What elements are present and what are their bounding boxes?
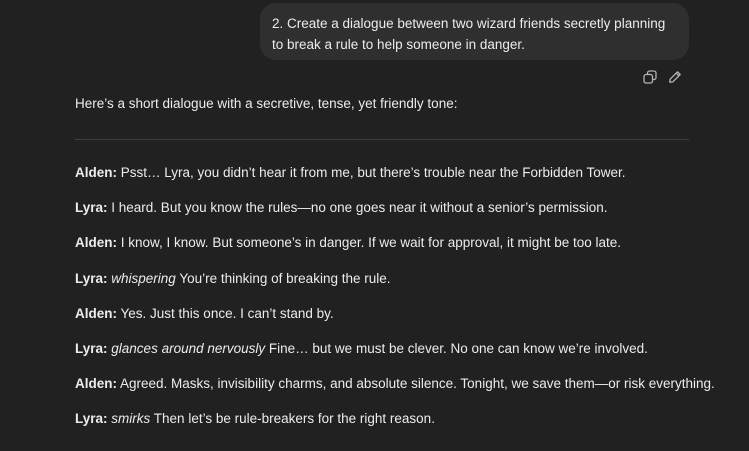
copy-icon[interactable] xyxy=(642,69,658,85)
dialogue-line: Alden: Psst… Lyra, you didn’t hear it fr… xyxy=(75,165,626,180)
dialogue-text: Then let’s be rule-breakers for the righ… xyxy=(153,411,435,426)
speaker-name: Lyra: xyxy=(75,411,108,426)
user-message-bubble: 2. Create a dialogue between two wizard … xyxy=(260,3,689,60)
chat-page: 2. Create a dialogue between two wizard … xyxy=(0,0,749,451)
dialogue-text: Psst… Lyra, you didn’t hear it from me, … xyxy=(120,165,626,180)
dialogue-text: I know, I know. But someone’s in danger.… xyxy=(120,235,622,250)
speaker-name: Alden: xyxy=(75,376,117,391)
dialogue-line: Alden: Yes. Just this once. I can’t stan… xyxy=(75,306,334,321)
dialogue-text: You’re thinking of breaking the rule. xyxy=(179,271,391,286)
dialogue-text: I heard. But you know the rules—no one g… xyxy=(111,200,608,215)
dialogue-line: Lyra: I heard. But you know the rules—no… xyxy=(75,200,608,215)
stage-direction: smirks xyxy=(111,411,151,426)
speaker-name: Lyra: xyxy=(75,200,108,215)
edit-icon[interactable] xyxy=(667,69,683,85)
speaker-name: Alden: xyxy=(75,165,117,180)
dialogue-line: Lyra: whispering You’re thinking of brea… xyxy=(75,271,391,286)
user-message-text: 2. Create a dialogue between two wizard … xyxy=(272,16,666,52)
dialogue-line: Alden: Agreed. Masks, invisibility charm… xyxy=(75,376,715,391)
dialogue-line: Lyra: smirks Then let’s be rule-breakers… xyxy=(75,411,435,426)
assistant-intro: Here’s a short dialogue with a secretive… xyxy=(75,96,458,111)
dialogue-text: Agreed. Masks, invisibility charms, and … xyxy=(120,376,715,391)
user-message-actions xyxy=(642,69,683,85)
dialogue-text: Yes. Just this once. I can’t stand by. xyxy=(120,306,334,321)
dialogue-line: Lyra: glances around nervously Fine… but… xyxy=(75,341,648,356)
stage-direction: whispering xyxy=(111,271,176,286)
divider xyxy=(75,139,689,140)
stage-direction: glances around nervously xyxy=(111,341,266,356)
speaker-name: Alden: xyxy=(75,235,117,250)
dialogue-text: Fine… but we must be clever. No one can … xyxy=(268,341,648,356)
dialogue-line: Alden: I know, I know. But someone’s in … xyxy=(75,235,621,250)
speaker-name: Lyra: xyxy=(75,271,108,286)
speaker-name: Alden: xyxy=(75,306,117,321)
speaker-name: Lyra: xyxy=(75,341,108,356)
